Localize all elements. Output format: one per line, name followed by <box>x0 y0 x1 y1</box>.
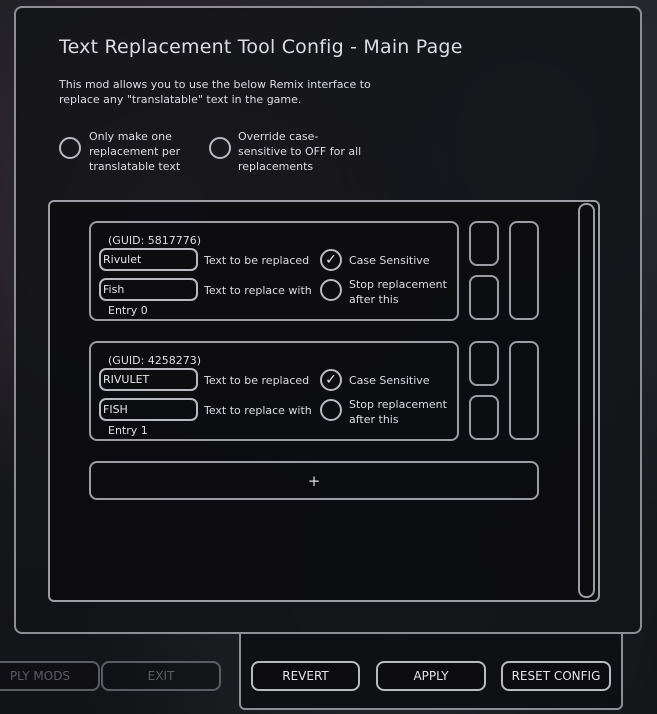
stop-replacement-label: Stop replacement after this <box>349 398 447 426</box>
add-entry-button[interactable]: + <box>89 461 539 500</box>
override-case-checkbox[interactable] <box>209 137 231 159</box>
move-entry-up-button[interactable] <box>469 221 499 266</box>
move-entry-up-button[interactable] <box>469 341 499 386</box>
entries-scrollbar[interactable] <box>578 203 595 598</box>
move-entry-down-button[interactable] <box>469 275 499 320</box>
remove-entry-button[interactable] <box>509 341 539 440</box>
entry-guid: (GUID: 5817776) <box>108 234 202 247</box>
one-replacement-checkbox[interactable] <box>59 137 81 159</box>
entry-index-label: Entry 0 <box>108 304 148 317</box>
reset-config-button[interactable]: RESET CONFIG <box>501 661 611 691</box>
page-title: Text Replacement Tool Config - Main Page <box>59 36 463 58</box>
text-to-be-replaced-label: Text to be replaced <box>204 374 310 387</box>
case-sensitive-label: Case Sensitive <box>349 254 430 267</box>
entry-guid: (GUID: 4258273) <box>108 354 202 367</box>
one-replacement-label: Only make one replacement per translatab… <box>89 130 181 173</box>
exit-button[interactable]: EXIT <box>101 661 221 691</box>
remove-entry-button[interactable] <box>509 221 539 320</box>
replace-with-field[interactable] <box>99 398 198 421</box>
stop-replacement-checkbox[interactable] <box>320 279 342 301</box>
check-icon: ✓ <box>325 252 337 268</box>
text-to-replace-field[interactable] <box>99 368 198 391</box>
stop-replacement-label: Stop replacement after this <box>349 278 447 306</box>
revert-button[interactable]: REVERT <box>251 661 360 691</box>
entry-index-label: Entry 1 <box>108 424 148 437</box>
text-to-replace-with-label: Text to replace with <box>204 284 312 297</box>
case-sensitive-checkbox[interactable]: ✓ <box>320 249 342 271</box>
apply-button[interactable]: APPLY <box>376 661 486 691</box>
check-icon: ✓ <box>325 372 337 388</box>
case-sensitive-checkbox[interactable]: ✓ <box>320 369 342 391</box>
text-to-be-replaced-label: Text to be replaced <box>204 254 310 267</box>
text-to-replace-field[interactable] <box>99 248 198 271</box>
replace-with-field[interactable] <box>99 278 198 301</box>
mod-description: This mod allows you to use the below Rem… <box>59 78 371 106</box>
text-to-replace-with-label: Text to replace with <box>204 404 312 417</box>
override-case-label: Override case-sensitive to OFF for all r… <box>238 130 362 173</box>
case-sensitive-label: Case Sensitive <box>349 374 430 387</box>
stop-replacement-checkbox[interactable] <box>320 399 342 421</box>
apply-mods-button[interactable]: PLY MODS <box>0 661 100 691</box>
move-entry-down-button[interactable] <box>469 395 499 440</box>
